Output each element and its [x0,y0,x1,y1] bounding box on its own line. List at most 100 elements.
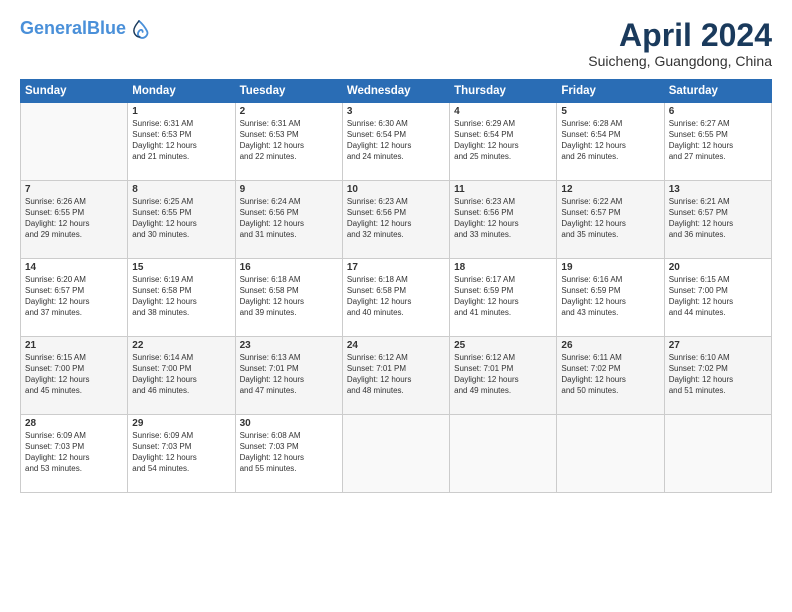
day-cell: 17 Sunrise: 6:18 AM Sunset: 6:58 PM Dayli… [342,259,449,337]
day-number: 1 [132,106,230,117]
day-number: 29 [132,418,230,429]
title-area: April 2024 Suicheng, Guangdong, China [588,18,772,69]
day-cell: 15 Sunrise: 6:19 AM Sunset: 6:58 PM Dayli… [128,259,235,337]
day-cell: 28 Sunrise: 6:09 AM Sunset: 7:03 PM Dayli… [21,415,128,493]
day-cell: 21Sunrise: 6:15 AM Sunset: 7:00 PM Dayli… [21,337,128,415]
day-number: 18 [454,262,552,273]
day-cell: 25 Sunrise: 6:12 AM Sunset: 7:01 PM Dayli… [450,337,557,415]
col-header-friday: Friday [557,80,664,103]
day-cell: 4 Sunrise: 6:29 AM Sunset: 6:54 PM Daylig… [450,103,557,181]
day-info: Sunrise: 6:14 AM Sunset: 7:00 PM Dayligh… [132,353,230,396]
logo-text: GeneralBlue [20,19,126,39]
day-cell: 22 Sunrise: 6:14 AM Sunset: 7:00 PM Dayli… [128,337,235,415]
day-cell [21,103,128,181]
logo-icon [128,18,150,40]
day-info: Sunrise: 6:13 AM Sunset: 7:01 PM Dayligh… [240,353,338,396]
day-number: 20 [669,262,767,273]
day-number: 30 [240,418,338,429]
col-header-saturday: Saturday [664,80,771,103]
day-cell: 12Sunrise: 6:22 AM Sunset: 6:57 PM Dayli… [557,181,664,259]
day-number: 3 [347,106,445,117]
day-number: 9 [240,184,338,195]
day-number: 28 [25,418,123,429]
week-row: 28 Sunrise: 6:09 AM Sunset: 7:03 PM Dayli… [21,415,772,493]
day-number: 4 [454,106,552,117]
day-info: Sunrise: 6:15 AM Sunset: 7:00 PM Dayligh… [25,353,123,396]
day-number: 27 [669,340,767,351]
day-info: Sunrise: 6:10 AM Sunset: 7:02 PM Dayligh… [669,353,767,396]
day-cell: 16 Sunrise: 6:18 AM Sunset: 6:58 PM Dayli… [235,259,342,337]
month-title: April 2024 [588,18,772,53]
calendar-table: SundayMondayTuesdayWednesdayThursdayFrid… [20,79,772,493]
col-header-tuesday: Tuesday [235,80,342,103]
day-info: Sunrise: 6:28 AM Sunset: 6:54 PM Dayligh… [561,119,659,162]
day-number: 14 [25,262,123,273]
day-number: 23 [240,340,338,351]
day-info: Sunrise: 6:09 AM Sunset: 7:03 PM Dayligh… [132,431,230,474]
day-number: 26 [561,340,659,351]
day-cell: 18 Sunrise: 6:17 AM Sunset: 6:59 PM Dayli… [450,259,557,337]
header: GeneralBlue April 2024 Suicheng, Guangdo… [20,18,772,69]
day-cell: 27 Sunrise: 6:10 AM Sunset: 7:02 PM Dayli… [664,337,771,415]
day-cell: 2 Sunrise: 6:31 AM Sunset: 6:53 PM Daylig… [235,103,342,181]
day-info: Sunrise: 6:29 AM Sunset: 6:54 PM Dayligh… [454,119,552,162]
day-cell: 30 Sunrise: 6:08 AM Sunset: 7:03 PM Dayli… [235,415,342,493]
col-header-monday: Monday [128,80,235,103]
day-cell: 26 Sunrise: 6:11 AM Sunset: 7:02 PM Dayli… [557,337,664,415]
week-row: 7Sunrise: 6:26 AM Sunset: 6:55 PM Daylig… [21,181,772,259]
day-number: 2 [240,106,338,117]
day-cell [557,415,664,493]
day-cell: 20 Sunrise: 6:15 AM Sunset: 7:00 PM Dayli… [664,259,771,337]
day-info: Sunrise: 6:18 AM Sunset: 6:58 PM Dayligh… [240,275,338,318]
day-info: Sunrise: 6:15 AM Sunset: 7:00 PM Dayligh… [669,275,767,318]
day-number: 25 [454,340,552,351]
day-cell: 10Sunrise: 6:23 AM Sunset: 6:56 PM Dayli… [342,181,449,259]
day-cell: 1 Sunrise: 6:31 AM Sunset: 6:53 PM Daylig… [128,103,235,181]
day-info: Sunrise: 6:21 AM Sunset: 6:57 PM Dayligh… [669,197,767,240]
day-info: Sunrise: 6:24 AM Sunset: 6:56 PM Dayligh… [240,197,338,240]
day-cell: 13 Sunrise: 6:21 AM Sunset: 6:57 PM Dayli… [664,181,771,259]
day-number: 6 [669,106,767,117]
day-cell: 19 Sunrise: 6:16 AM Sunset: 6:59 PM Dayli… [557,259,664,337]
day-info: Sunrise: 6:12 AM Sunset: 7:01 PM Dayligh… [454,353,552,396]
day-info: Sunrise: 6:26 AM Sunset: 6:55 PM Dayligh… [25,197,123,240]
day-cell: 7Sunrise: 6:26 AM Sunset: 6:55 PM Daylig… [21,181,128,259]
day-number: 22 [132,340,230,351]
day-cell: 14 Sunrise: 6:20 AM Sunset: 6:57 PM Dayli… [21,259,128,337]
day-cell: 29 Sunrise: 6:09 AM Sunset: 7:03 PM Dayli… [128,415,235,493]
day-number: 10 [347,184,445,195]
day-info: Sunrise: 6:23 AM Sunset: 6:56 PM Dayligh… [454,197,552,240]
logo: GeneralBlue [20,18,150,40]
day-info: Sunrise: 6:30 AM Sunset: 6:54 PM Dayligh… [347,119,445,162]
day-info: Sunrise: 6:19 AM Sunset: 6:58 PM Dayligh… [132,275,230,318]
day-number: 12 [561,184,659,195]
col-header-sunday: Sunday [21,80,128,103]
location: Suicheng, Guangdong, China [588,53,772,69]
day-info: Sunrise: 6:11 AM Sunset: 7:02 PM Dayligh… [561,353,659,396]
day-number: 8 [132,184,230,195]
day-number: 11 [454,184,552,195]
day-info: Sunrise: 6:16 AM Sunset: 6:59 PM Dayligh… [561,275,659,318]
day-info: Sunrise: 6:08 AM Sunset: 7:03 PM Dayligh… [240,431,338,474]
day-info: Sunrise: 6:25 AM Sunset: 6:55 PM Dayligh… [132,197,230,240]
day-number: 13 [669,184,767,195]
day-info: Sunrise: 6:27 AM Sunset: 6:55 PM Dayligh… [669,119,767,162]
day-number: 5 [561,106,659,117]
day-number: 17 [347,262,445,273]
day-cell: 8 Sunrise: 6:25 AM Sunset: 6:55 PM Daylig… [128,181,235,259]
day-info: Sunrise: 6:18 AM Sunset: 6:58 PM Dayligh… [347,275,445,318]
day-number: 19 [561,262,659,273]
col-header-wednesday: Wednesday [342,80,449,103]
day-info: Sunrise: 6:09 AM Sunset: 7:03 PM Dayligh… [25,431,123,474]
day-info: Sunrise: 6:31 AM Sunset: 6:53 PM Dayligh… [240,119,338,162]
day-info: Sunrise: 6:17 AM Sunset: 6:59 PM Dayligh… [454,275,552,318]
day-info: Sunrise: 6:12 AM Sunset: 7:01 PM Dayligh… [347,353,445,396]
day-info: Sunrise: 6:31 AM Sunset: 6:53 PM Dayligh… [132,119,230,162]
day-cell: 11 Sunrise: 6:23 AM Sunset: 6:56 PM Dayli… [450,181,557,259]
day-number: 16 [240,262,338,273]
day-number: 15 [132,262,230,273]
day-cell: 23 Sunrise: 6:13 AM Sunset: 7:01 PM Dayli… [235,337,342,415]
week-row: 1 Sunrise: 6:31 AM Sunset: 6:53 PM Daylig… [21,103,772,181]
day-cell [664,415,771,493]
day-info: Sunrise: 6:20 AM Sunset: 6:57 PM Dayligh… [25,275,123,318]
